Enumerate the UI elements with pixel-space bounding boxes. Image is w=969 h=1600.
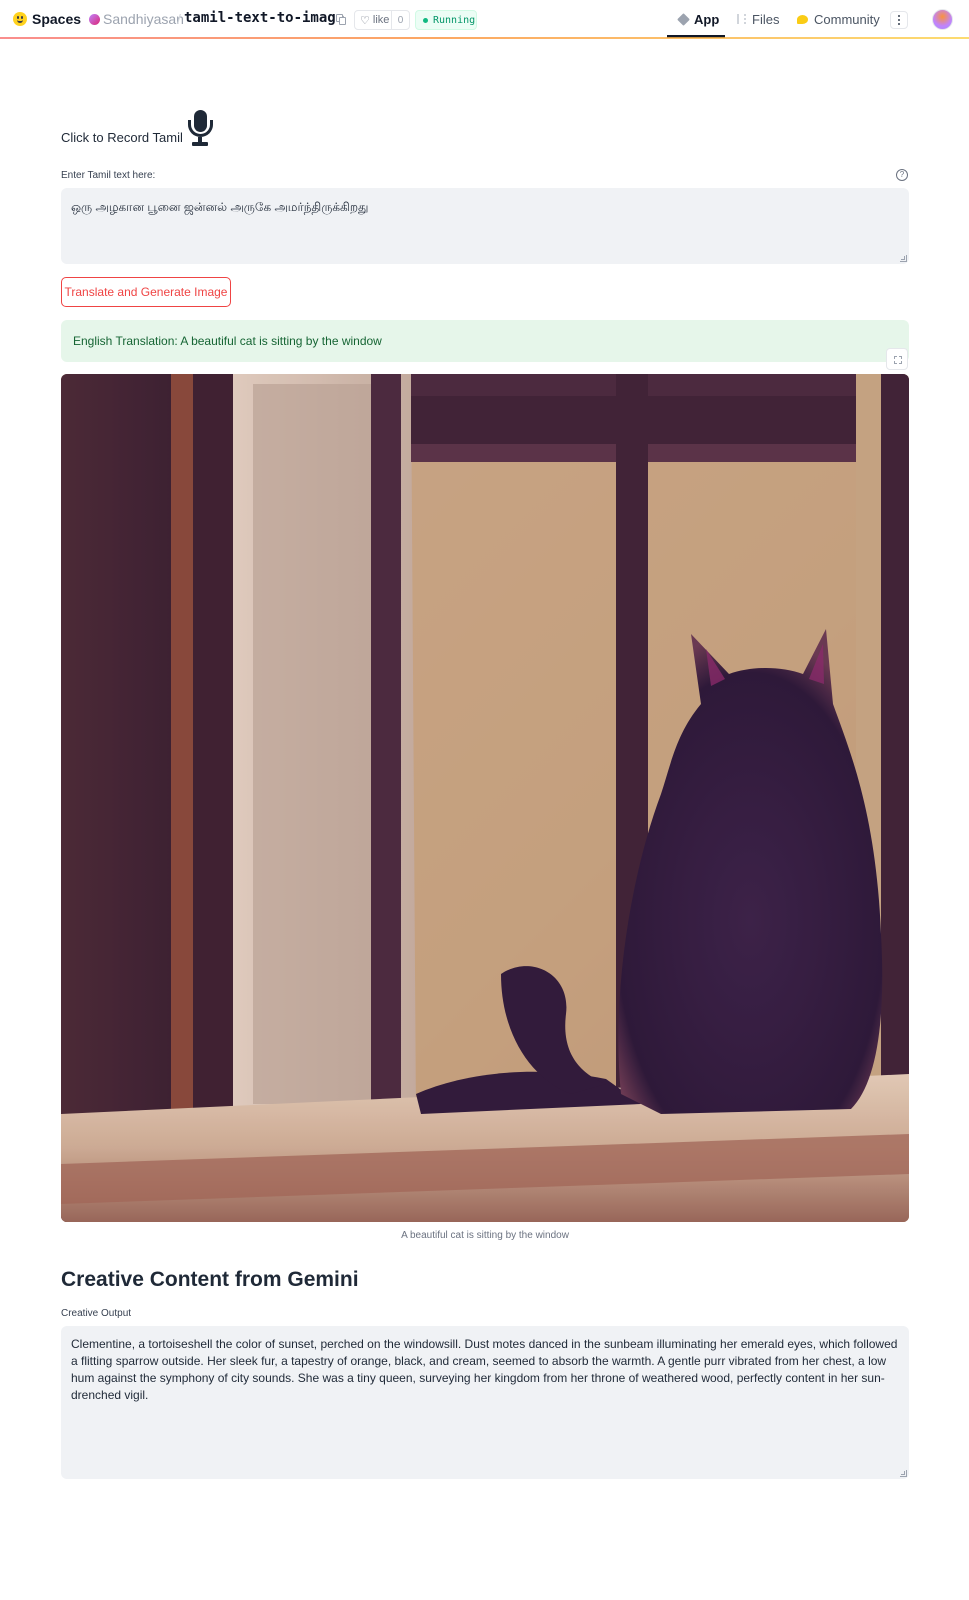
tab-app[interactable]: App — [677, 0, 720, 38]
status-dot-icon — [423, 17, 428, 23]
cat-window-illustration — [61, 374, 909, 1222]
tamil-text-input[interactable]: ஒரு அழகான பூனை ஜன்னல் அருகே அமர்ந்திருக்… — [61, 188, 909, 264]
hugging-face-logo-icon[interactable] — [13, 12, 27, 26]
generated-image — [61, 374, 909, 1222]
like-label: like — [372, 14, 390, 26]
resize-handle-icon[interactable] — [900, 1470, 907, 1477]
tamil-input-label: Enter Tamil text here: — [61, 170, 156, 181]
top-bar-accent-line — [0, 37, 969, 39]
translation-text: English Translation: A beautiful cat is … — [73, 334, 382, 348]
status-badge: Running — [415, 10, 477, 30]
repo-name-link[interactable]: tamil-text-to-image — [184, 10, 344, 26]
tab-files[interactable]: Files — [737, 0, 779, 38]
top-bar: Spaces Sandhiyasan / tamil-text-to-image… — [0, 0, 969, 38]
tab-community[interactable]: Community — [797, 0, 880, 38]
copy-icon[interactable] — [336, 14, 346, 25]
tab-app-label: App — [694, 11, 720, 27]
spaces-link[interactable]: Spaces — [32, 11, 81, 27]
community-icon — [797, 14, 808, 24]
tamil-text-value: ஒரு அழகான பூனை ஜன்னல் அருகே அமர்ந்திருக்… — [71, 200, 369, 214]
translation-result: English Translation: A beautiful cat is … — [61, 320, 909, 362]
app-icon — [677, 12, 690, 26]
heart-icon: ♡ — [360, 14, 370, 27]
creative-output-textbox[interactable]: Clementine, a tortoiseshell the color of… — [61, 1326, 909, 1479]
microphone-icon[interactable] — [186, 110, 214, 148]
like-count: 0 — [397, 14, 404, 26]
owner-avatar — [89, 14, 100, 25]
tab-community-label: Community — [814, 11, 880, 27]
user-avatar[interactable] — [932, 9, 953, 30]
more-options-button[interactable] — [890, 11, 908, 29]
status-text: Running — [433, 14, 476, 26]
resize-handle-icon[interactable] — [900, 255, 907, 262]
translate-generate-button[interactable]: Translate and Generate Image — [61, 277, 231, 307]
files-icon — [737, 14, 746, 24]
creative-output-label: Creative Output — [61, 1308, 132, 1319]
owner-link[interactable]: Sandhiyasan — [103, 11, 184, 27]
breadcrumb-separator: / — [177, 11, 181, 27]
creative-output-text: Clementine, a tortoiseshell the color of… — [71, 1337, 898, 1402]
record-label: Click to Record Tamil — [61, 130, 183, 145]
fullscreen-icon[interactable] — [886, 348, 908, 370]
tab-files-label: Files — [752, 11, 780, 27]
creative-section-heading: Creative Content from Gemini — [61, 1268, 359, 1291]
help-icon[interactable]: ? — [896, 169, 908, 181]
like-button[interactable]: ♡ like 0 — [354, 10, 410, 30]
image-caption: A beautiful cat is sitting by the window — [401, 1230, 569, 1241]
